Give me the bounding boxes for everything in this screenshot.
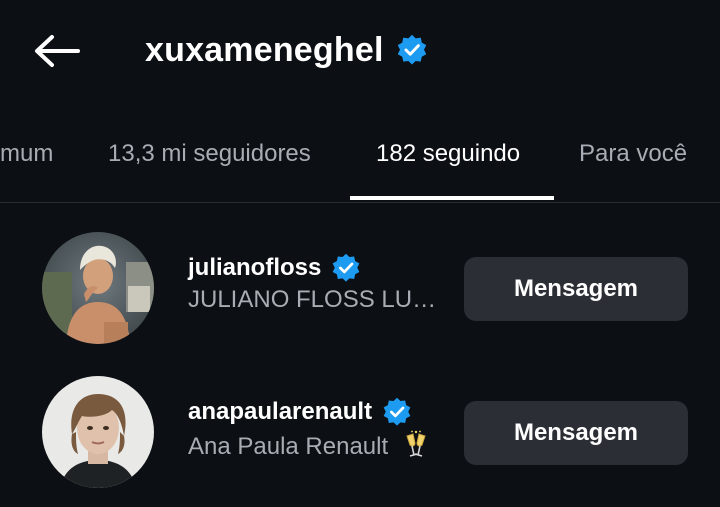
active-tab-indicator [350, 196, 554, 200]
full-name: Ana Paula Renault [188, 432, 389, 460]
avatar[interactable] [42, 232, 154, 344]
message-button[interactable]: Mensagem [464, 257, 688, 321]
champagne-toast-icon [401, 430, 431, 465]
message-button[interactable]: Mensagem [464, 401, 688, 465]
full-name: JULIANO FLOSS LU… [188, 286, 437, 313]
username[interactable]: julianofloss [188, 254, 321, 282]
profile-tabs: mum 13,3 mi seguidores 182 seguindo Para… [0, 118, 720, 203]
list-item[interactable]: anapaularenault Ana Paula Renault Mensag… [0, 372, 720, 492]
avatar[interactable] [42, 376, 154, 488]
arrow-left-icon [35, 35, 80, 67]
profile-title: xuxameneghel [145, 28, 428, 72]
tab-for-you[interactable]: Para você [579, 118, 687, 190]
full-name-line: Ana Paula Renault [188, 430, 431, 465]
username[interactable]: anapaularenault [188, 398, 372, 426]
tab-following[interactable]: 182 seguindo [376, 118, 520, 190]
tab-followers[interactable]: 13,3 mi seguidores [108, 118, 311, 190]
top-bar: xuxameneghel [0, 0, 720, 100]
user-info[interactable]: anapaularenault Ana Paula Renault [188, 396, 431, 465]
list-item[interactable]: julianofloss JULIANO FLOSS LU… Mensagem [0, 228, 720, 348]
user-info[interactable]: julianofloss JULIANO FLOSS LU… [188, 252, 436, 314]
verified-badge-icon [396, 34, 428, 66]
verified-badge-icon [382, 397, 412, 427]
verified-badge-icon [331, 253, 361, 283]
back-button[interactable] [30, 30, 82, 72]
page-title: xuxameneghel [145, 30, 384, 69]
tab-mutual[interactable]: mum [0, 118, 53, 190]
